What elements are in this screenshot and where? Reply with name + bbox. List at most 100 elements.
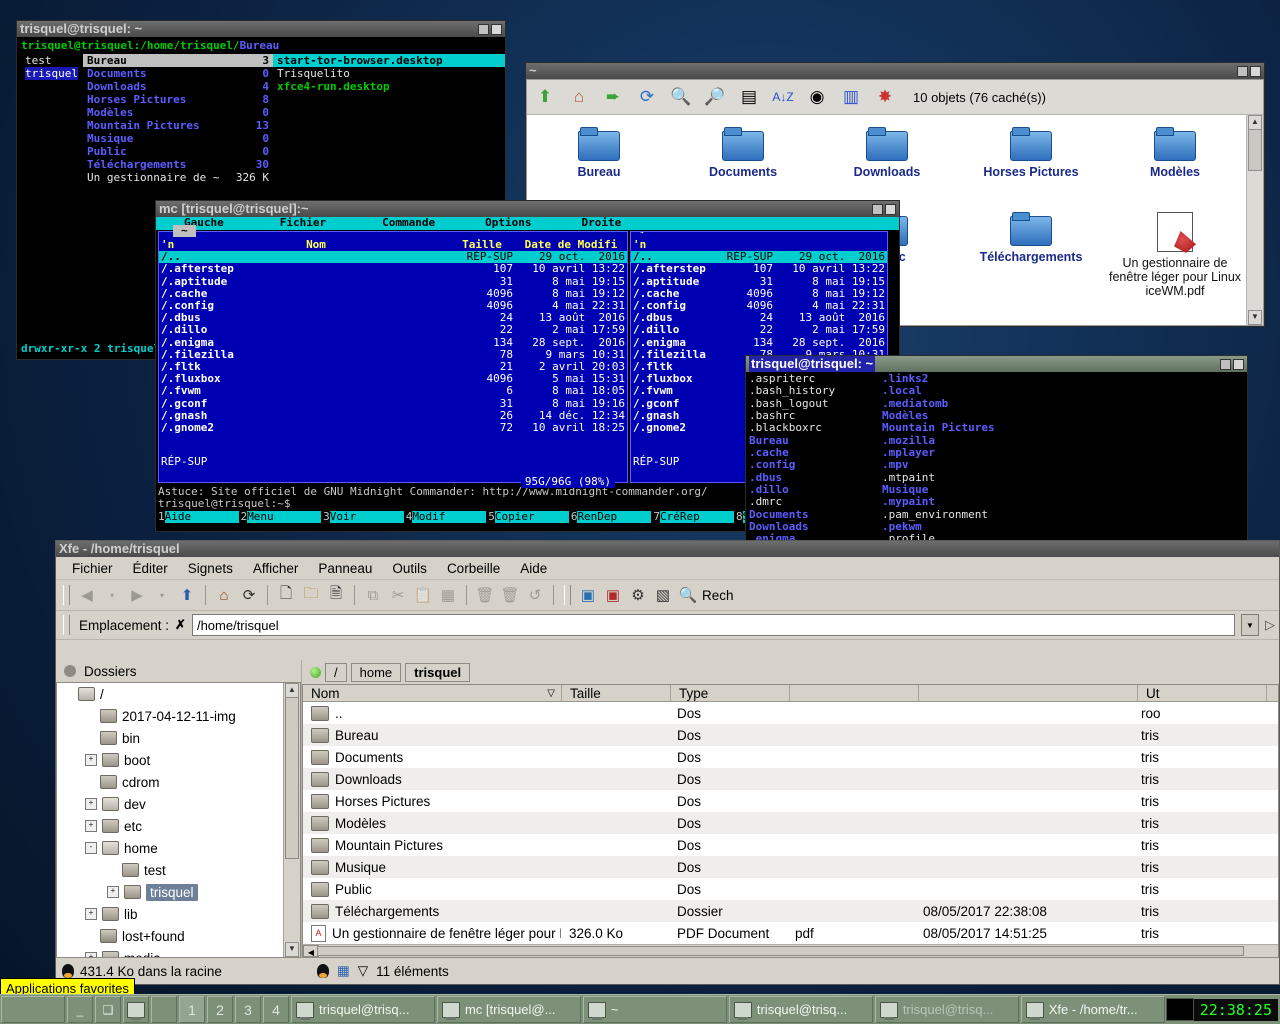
file-list[interactable]: Nom ▽ Taille Type Ut .. Dos roo Bureau Dos tr…	[302, 684, 1279, 958]
mc-fkey[interactable]: 4 Modif	[403, 510, 487, 523]
header-utilisateur[interactable]: Ut	[1138, 685, 1267, 702]
task-button[interactable]: Xfe - /home/tr...	[1020, 996, 1165, 1023]
expand-icon[interactable]: +	[107, 886, 119, 898]
up-icon[interactable]: ⬆	[176, 584, 198, 606]
forward-dropdown-icon[interactable]: ▾	[151, 584, 173, 606]
filter-icon[interactable]: ▽	[358, 963, 368, 979]
task-list[interactable]: trisquel@trisq... mc [trisquel@... ~ trisqu…	[290, 996, 1166, 1023]
mc-row-right[interactable]: /.aptitude 31 8 mai 19:15	[631, 275, 887, 288]
file-icon-item[interactable]: Un gestionnaire de fenêtre léger pour Li…	[1103, 206, 1247, 325]
list-rows[interactable]: .. Dos roo Bureau Dos tris Documents Dos tris Dow…	[303, 702, 1278, 944]
header-type[interactable]: Type	[671, 685, 790, 702]
list-item[interactable]: trisquel	[21, 67, 83, 80]
location-dropdown-icon[interactable]: ▼	[1241, 614, 1259, 636]
task-button[interactable]: mc [trisquel@...	[436, 996, 581, 1023]
sort-az-icon[interactable]: A↓Z	[771, 85, 795, 109]
tray-area[interactable]	[1165, 998, 1194, 1021]
sort-desc-icon[interactable]: ▽	[547, 688, 555, 699]
tree-item[interactable]: + dev	[57, 793, 284, 815]
minimize-icon[interactable]	[872, 203, 883, 215]
ranger-parent-column[interactable]: test trisquel	[21, 54, 83, 184]
window-buttons[interactable]	[478, 23, 502, 35]
trash-icon[interactable]: 🗑	[499, 584, 521, 606]
header-date[interactable]	[919, 685, 1138, 702]
table-row[interactable]: Téléchargements Dossier 08/05/2017 22:38:0…	[303, 900, 1278, 923]
extra-launcher-button[interactable]	[151, 996, 177, 1023]
toolbar-grip-2[interactable]	[564, 585, 571, 605]
table-row[interactable]: Musique Dos tris	[303, 856, 1278, 879]
mc-row-right[interactable]: /.dillo 22 2 mai 17:59	[631, 324, 887, 336]
detail-view-icon[interactable]: ▥	[839, 85, 863, 109]
home-icon[interactable]: ⌂	[567, 85, 591, 109]
file-icon-item[interactable]: Horses Pictures	[959, 121, 1103, 206]
menu-aide[interactable]: Aide	[510, 559, 557, 578]
maximize-icon[interactable]	[491, 23, 502, 35]
zoom-out-icon[interactable]: 🔎	[703, 85, 727, 109]
task-button[interactable]: trisquel@trisq...	[291, 996, 435, 1023]
mc-row[interactable]: /.afterstep 107 10 avril 13:22	[159, 263, 627, 275]
ranger-current-column[interactable]: Bureau 3 Documents 0 Downloads 4 Horses Pic…	[83, 54, 273, 184]
file-icon-item[interactable]: Bureau	[527, 121, 671, 206]
titlebar[interactable]: ~	[526, 63, 1264, 79]
properties-icon[interactable]: ▦	[437, 584, 459, 606]
tree-body[interactable]: / 2017-04-12-11-img bin + boot cdrom + dev + etc -…	[56, 682, 301, 958]
tree-item[interactable]: 2017-04-12-11-img	[57, 705, 284, 727]
file-icon-item[interactable]: Modèles	[1103, 121, 1247, 206]
menu-fichier[interactable]: Fichier	[62, 559, 123, 578]
list-item[interactable]: Un gestionnaire de ~ 326 K	[83, 171, 273, 184]
restore-icon[interactable]: ↺	[524, 584, 546, 606]
table-row[interactable]: A Un gestionnaire de fenêtre léger pour L…	[303, 922, 1278, 944]
back-icon[interactable]: ◀	[76, 584, 98, 606]
menu-commande[interactable]: Commande	[382, 216, 435, 230]
list-item[interactable]: Téléchargements 30	[83, 158, 273, 171]
titlebar[interactable]: trisquel@trisquel: ~	[17, 21, 505, 37]
tree-item[interactable]: test	[57, 859, 284, 881]
mc-row[interactable]: /.gconf 31 8 mai 19:16	[159, 397, 627, 410]
minimize-icon[interactable]	[1220, 358, 1231, 370]
start-button[interactable]	[1, 996, 65, 1023]
expand-icon[interactable]: +	[85, 908, 97, 920]
maximize-icon[interactable]	[1250, 65, 1261, 77]
back-dropdown-icon[interactable]: ▾	[101, 584, 123, 606]
titlebar[interactable]: Xfe - /home/trisquel	[56, 541, 1279, 557]
eye-icon[interactable]: ◉	[805, 85, 829, 109]
mc-row[interactable]: /.dillo 22 2 mai 17:59	[159, 324, 627, 336]
xfe-toolbar[interactable]: ◀ ▾ ▶ ▾ ⬆ ⌂ ⟳ 🗋 🗀 🗎 ⧉ ✂ 📋 ▦ 🗑 🗑 ↺ ▣ ▣ ⚙ …	[56, 580, 1279, 611]
maximize-icon[interactable]	[885, 203, 896, 215]
collapse-icon[interactable]: -	[85, 842, 97, 854]
mc-fkey[interactable]: 2 Menu	[238, 510, 322, 523]
refresh-icon[interactable]: ⟳	[635, 85, 659, 109]
location-grip[interactable]	[63, 615, 70, 635]
list-item[interactable]: Bureau 3	[83, 54, 273, 67]
desktop-switcher[interactable]: 1234	[178, 996, 290, 1023]
mc-menubar[interactable]: Gauche Fichier Commande Options Droite	[156, 216, 899, 230]
thumbnail-toggle-icon[interactable]: ▦	[337, 963, 350, 979]
scrollbar-thumb[interactable]	[285, 697, 299, 859]
menu-editer[interactable]: Éditer	[123, 559, 178, 578]
expand-icon[interactable]: +	[85, 952, 97, 957]
go-icon[interactable]: ▷	[1265, 617, 1275, 633]
cut-icon[interactable]: ✂	[387, 584, 409, 606]
task-button[interactable]: trisquel@trisq...	[874, 996, 1019, 1023]
expand-icon[interactable]: +	[85, 820, 97, 832]
tree-item[interactable]: cdrom	[57, 771, 284, 793]
window-buttons[interactable]	[872, 203, 896, 215]
mc-row[interactable]: /.gnome2 72 10 avril 18:25	[159, 421, 627, 434]
tree-item[interactable]: + boot	[57, 749, 284, 771]
menu-fichier[interactable]: Fichier	[280, 216, 326, 230]
search-label[interactable]: Rech	[702, 588, 734, 603]
tree-item[interactable]: bin	[57, 727, 284, 749]
lifebuoy-icon[interactable]: ✸	[873, 85, 897, 109]
list-item[interactable]: start-tor-browser.desktop	[273, 54, 505, 67]
tree-item[interactable]: /	[57, 683, 284, 705]
clear-location-icon[interactable]: ✗	[175, 617, 186, 633]
zoom-in-icon[interactable]: 🔍	[669, 85, 693, 109]
menu-corbeille[interactable]: Corbeille	[437, 559, 510, 578]
task-button[interactable]: trisquel@trisq...	[728, 996, 873, 1023]
vertical-scrollbar[interactable]: ▲ ▼	[1246, 115, 1263, 325]
breadcrumb-root[interactable]: /	[325, 662, 347, 682]
hscroll-thumb[interactable]	[317, 946, 1244, 956]
menu-options[interactable]: Options	[485, 216, 531, 230]
list-item[interactable]: test	[21, 54, 83, 67]
desktop-button-2[interactable]: 2	[207, 996, 233, 1023]
